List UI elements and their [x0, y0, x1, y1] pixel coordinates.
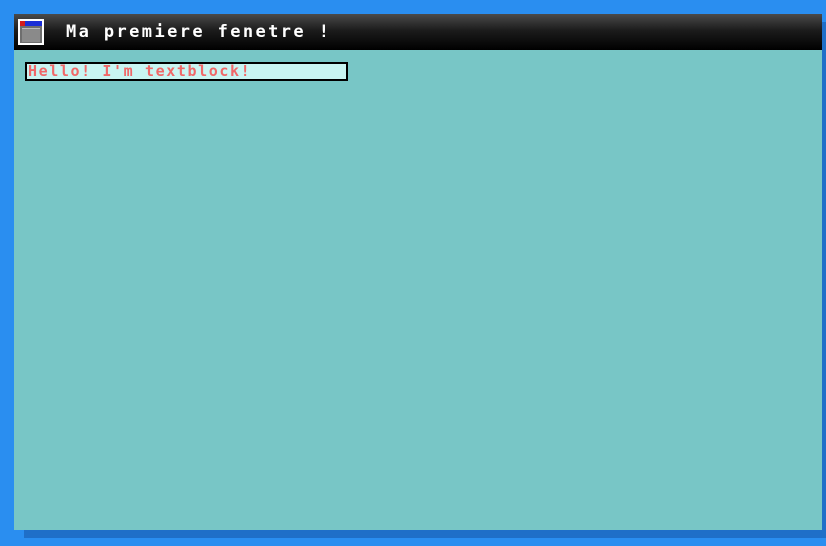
window-icon-close-dot	[20, 21, 25, 26]
textblock: Hello! I'm textblock!	[25, 62, 348, 81]
window-title: Ma premiere fenetre !	[66, 22, 332, 42]
title-bar[interactable]: Ma premiere fenetre !	[14, 14, 822, 50]
desktop: Ma premiere fenetre ! Hello! I'm textblo…	[0, 0, 826, 546]
main-window: Ma premiere fenetre ! Hello! I'm textblo…	[14, 14, 822, 530]
window-icon-pane	[22, 28, 40, 42]
window-icon[interactable]	[18, 19, 44, 45]
